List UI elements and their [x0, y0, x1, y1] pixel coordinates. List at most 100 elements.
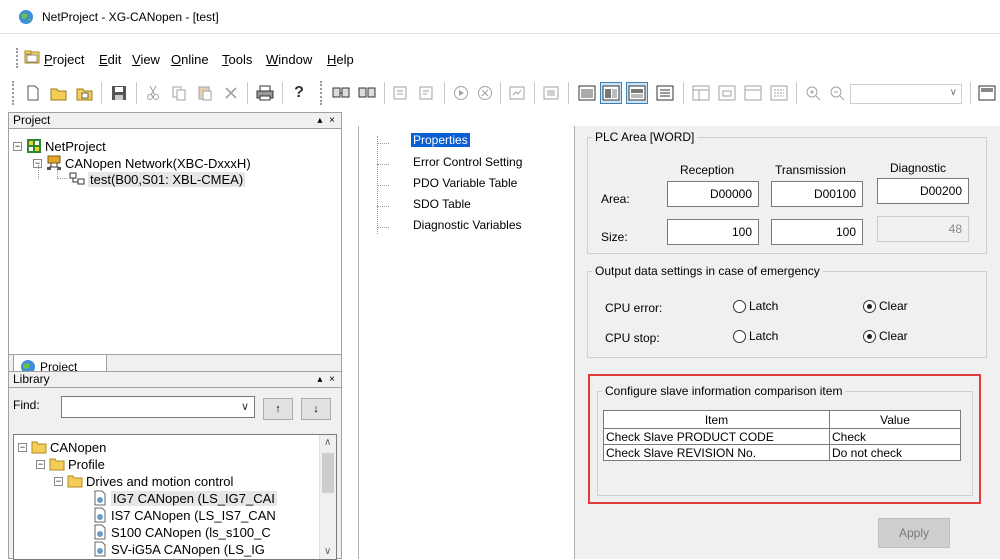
collapse-icon[interactable]: − [54, 476, 63, 486]
lib-node-canopen[interactable]: − CANopen [18, 439, 106, 455]
lib-item-is7[interactable]: IS7 CANopen (LS_IS7_CAN [92, 507, 276, 523]
menu-grip[interactable] [16, 48, 19, 68]
toolbar-grip[interactable] [12, 81, 15, 105]
stop-icon[interactable] [474, 82, 496, 104]
nav-properties[interactable]: Properties [411, 133, 470, 147]
radio-icon[interactable] [733, 299, 746, 313]
area-reception-field[interactable]: D00000 [667, 181, 759, 207]
size-diagnostic-field: 48 [877, 216, 969, 242]
layout-3-icon[interactable] [742, 82, 764, 104]
menu-window[interactable]: Window [266, 52, 312, 67]
zoom-out-icon[interactable] [826, 82, 848, 104]
radio-icon[interactable] [733, 329, 746, 343]
run-icon[interactable] [450, 82, 472, 104]
cut-icon[interactable] [142, 82, 164, 104]
project-tree: − NetProject − CANopen Network(XBC-DxxxH… [8, 129, 342, 355]
netproject-icon [26, 138, 42, 154]
zoom-in-icon[interactable] [802, 82, 824, 104]
cpu-stop-clear-radio[interactable]: Clear [863, 329, 908, 343]
diagnosis-icon[interactable] [540, 82, 562, 104]
new-file-icon[interactable] [22, 82, 44, 104]
monitor-icon[interactable] [506, 82, 528, 104]
scroll-down-icon[interactable]: ∨ [324, 546, 331, 557]
save-icon[interactable] [108, 82, 130, 104]
nav-error-control-setting[interactable]: Error Control Setting [413, 155, 522, 169]
area-diagnostic-field[interactable]: D00200 [877, 178, 969, 204]
size-transmission-field[interactable]: 100 [771, 219, 863, 245]
view-mode-2-icon[interactable] [600, 82, 622, 104]
write-icon[interactable] [390, 82, 412, 104]
toolbar: ? ∨ [0, 76, 1000, 108]
copy-icon[interactable] [168, 82, 190, 104]
read-icon[interactable] [416, 82, 438, 104]
library-panel-controls[interactable]: ▴ × [317, 372, 337, 387]
view-mode-4-icon[interactable] [654, 82, 676, 104]
cell-value[interactable]: Check [829, 428, 961, 445]
find-combo[interactable]: ∨ [61, 396, 255, 418]
lib-node-drives[interactable]: − Drives and motion control [54, 473, 233, 489]
help-icon[interactable]: ? [288, 82, 310, 104]
scroll-thumb[interactable] [322, 453, 334, 493]
window-title: NetProject - XG-CANopen - [test] [42, 10, 219, 24]
cpu-error-clear-radio[interactable]: Clear [863, 299, 908, 313]
find-up-button[interactable]: ↑ [263, 398, 293, 420]
project-panel-title: Project [13, 113, 51, 127]
tree-node-netproject[interactable]: − NetProject [13, 138, 106, 154]
collapse-icon[interactable]: − [36, 459, 45, 469]
folder-open-icon[interactable] [24, 50, 40, 64]
chevron-down-icon[interactable]: ∨ [241, 400, 249, 413]
header-reception: Reception [680, 163, 735, 177]
menu-view[interactable]: View [132, 52, 160, 67]
library-scrollbar[interactable]: ∧ ∨ [319, 435, 336, 559]
find-down-button[interactable]: ↓ [301, 398, 331, 420]
collapse-icon[interactable]: − [18, 442, 27, 452]
menu-online[interactable]: Online [171, 52, 209, 67]
view-mode-3-icon[interactable] [626, 82, 648, 104]
radio-selected-icon[interactable] [863, 329, 876, 343]
connect-icon[interactable] [330, 82, 352, 104]
lib-item-s100[interactable]: S100 CANopen (ls_s100_C [92, 524, 271, 540]
collapse-icon[interactable]: − [13, 141, 22, 151]
menu-tools[interactable]: Tools [222, 52, 252, 67]
close-project-icon[interactable] [74, 82, 96, 104]
tree-label-canopen-network: CANopen Network(XBC-DxxxH) [65, 155, 251, 171]
project-panel-controls[interactable]: ▴ × [317, 113, 337, 128]
tree-node-test-device[interactable]: test(B00,S01: XBL-CMEA) [69, 171, 246, 187]
nav-sdo-table[interactable]: SDO Table [413, 197, 471, 211]
toolbar-grip-2[interactable] [320, 81, 323, 105]
menu-help[interactable]: Help [327, 52, 354, 67]
scroll-up-icon[interactable]: ∧ [324, 437, 331, 448]
view-mode-1-icon[interactable] [576, 82, 598, 104]
layout-2-icon[interactable] [716, 82, 738, 104]
plc-area-title: PLC Area [WORD] [595, 130, 695, 144]
radio-selected-icon[interactable] [863, 299, 876, 313]
left-column: Project ▴ × − NetProject − CANopen Netwo… [8, 112, 342, 560]
lib-label-is7: IS7 CANopen (LS_IS7_CAN [111, 507, 276, 523]
lib-item-ig7[interactable]: IG7 CANopen (LS_IG7_CAI [92, 490, 277, 506]
nav-diagnostic-variables[interactable]: Diagnostic Variables [413, 218, 522, 232]
delete-icon[interactable] [220, 82, 242, 104]
table-row[interactable]: Check Slave REVISION No. Do not check [603, 444, 961, 461]
apply-button[interactable]: Apply [878, 518, 950, 548]
menu-project[interactable]: Project [44, 52, 84, 67]
paste-icon[interactable] [194, 82, 216, 104]
cell-value[interactable]: Do not check [829, 444, 961, 461]
cpu-stop-latch-radio[interactable]: Latch [733, 329, 778, 343]
cpu-error-latch-radio[interactable]: Latch [733, 299, 778, 313]
tree-node-canopen-network[interactable]: − CANopen Network(XBC-DxxxH) [33, 155, 251, 171]
print-icon[interactable] [254, 82, 276, 104]
area-transmission-field[interactable]: D00100 [771, 181, 863, 207]
menu-edit[interactable]: Edit [99, 52, 121, 67]
properties-icon[interactable] [976, 82, 998, 104]
lib-item-sv-ig5a[interactable]: SV-iG5A CANopen (LS_IG [92, 541, 265, 557]
zoom-combo[interactable]: ∨ [850, 84, 962, 104]
table-row[interactable]: Check Slave PRODUCT CODE Check [603, 428, 961, 445]
nav-pdo-variable-table[interactable]: PDO Variable Table [413, 176, 517, 190]
disconnect-icon[interactable] [356, 82, 378, 104]
open-folder-icon[interactable] [48, 82, 70, 104]
comparison-title: Configure slave information comparison i… [605, 384, 843, 398]
layout-1-icon[interactable] [690, 82, 712, 104]
layout-4-icon[interactable] [768, 82, 790, 104]
lib-node-profile[interactable]: − Profile [36, 456, 105, 472]
size-reception-field[interactable]: 100 [667, 219, 759, 245]
